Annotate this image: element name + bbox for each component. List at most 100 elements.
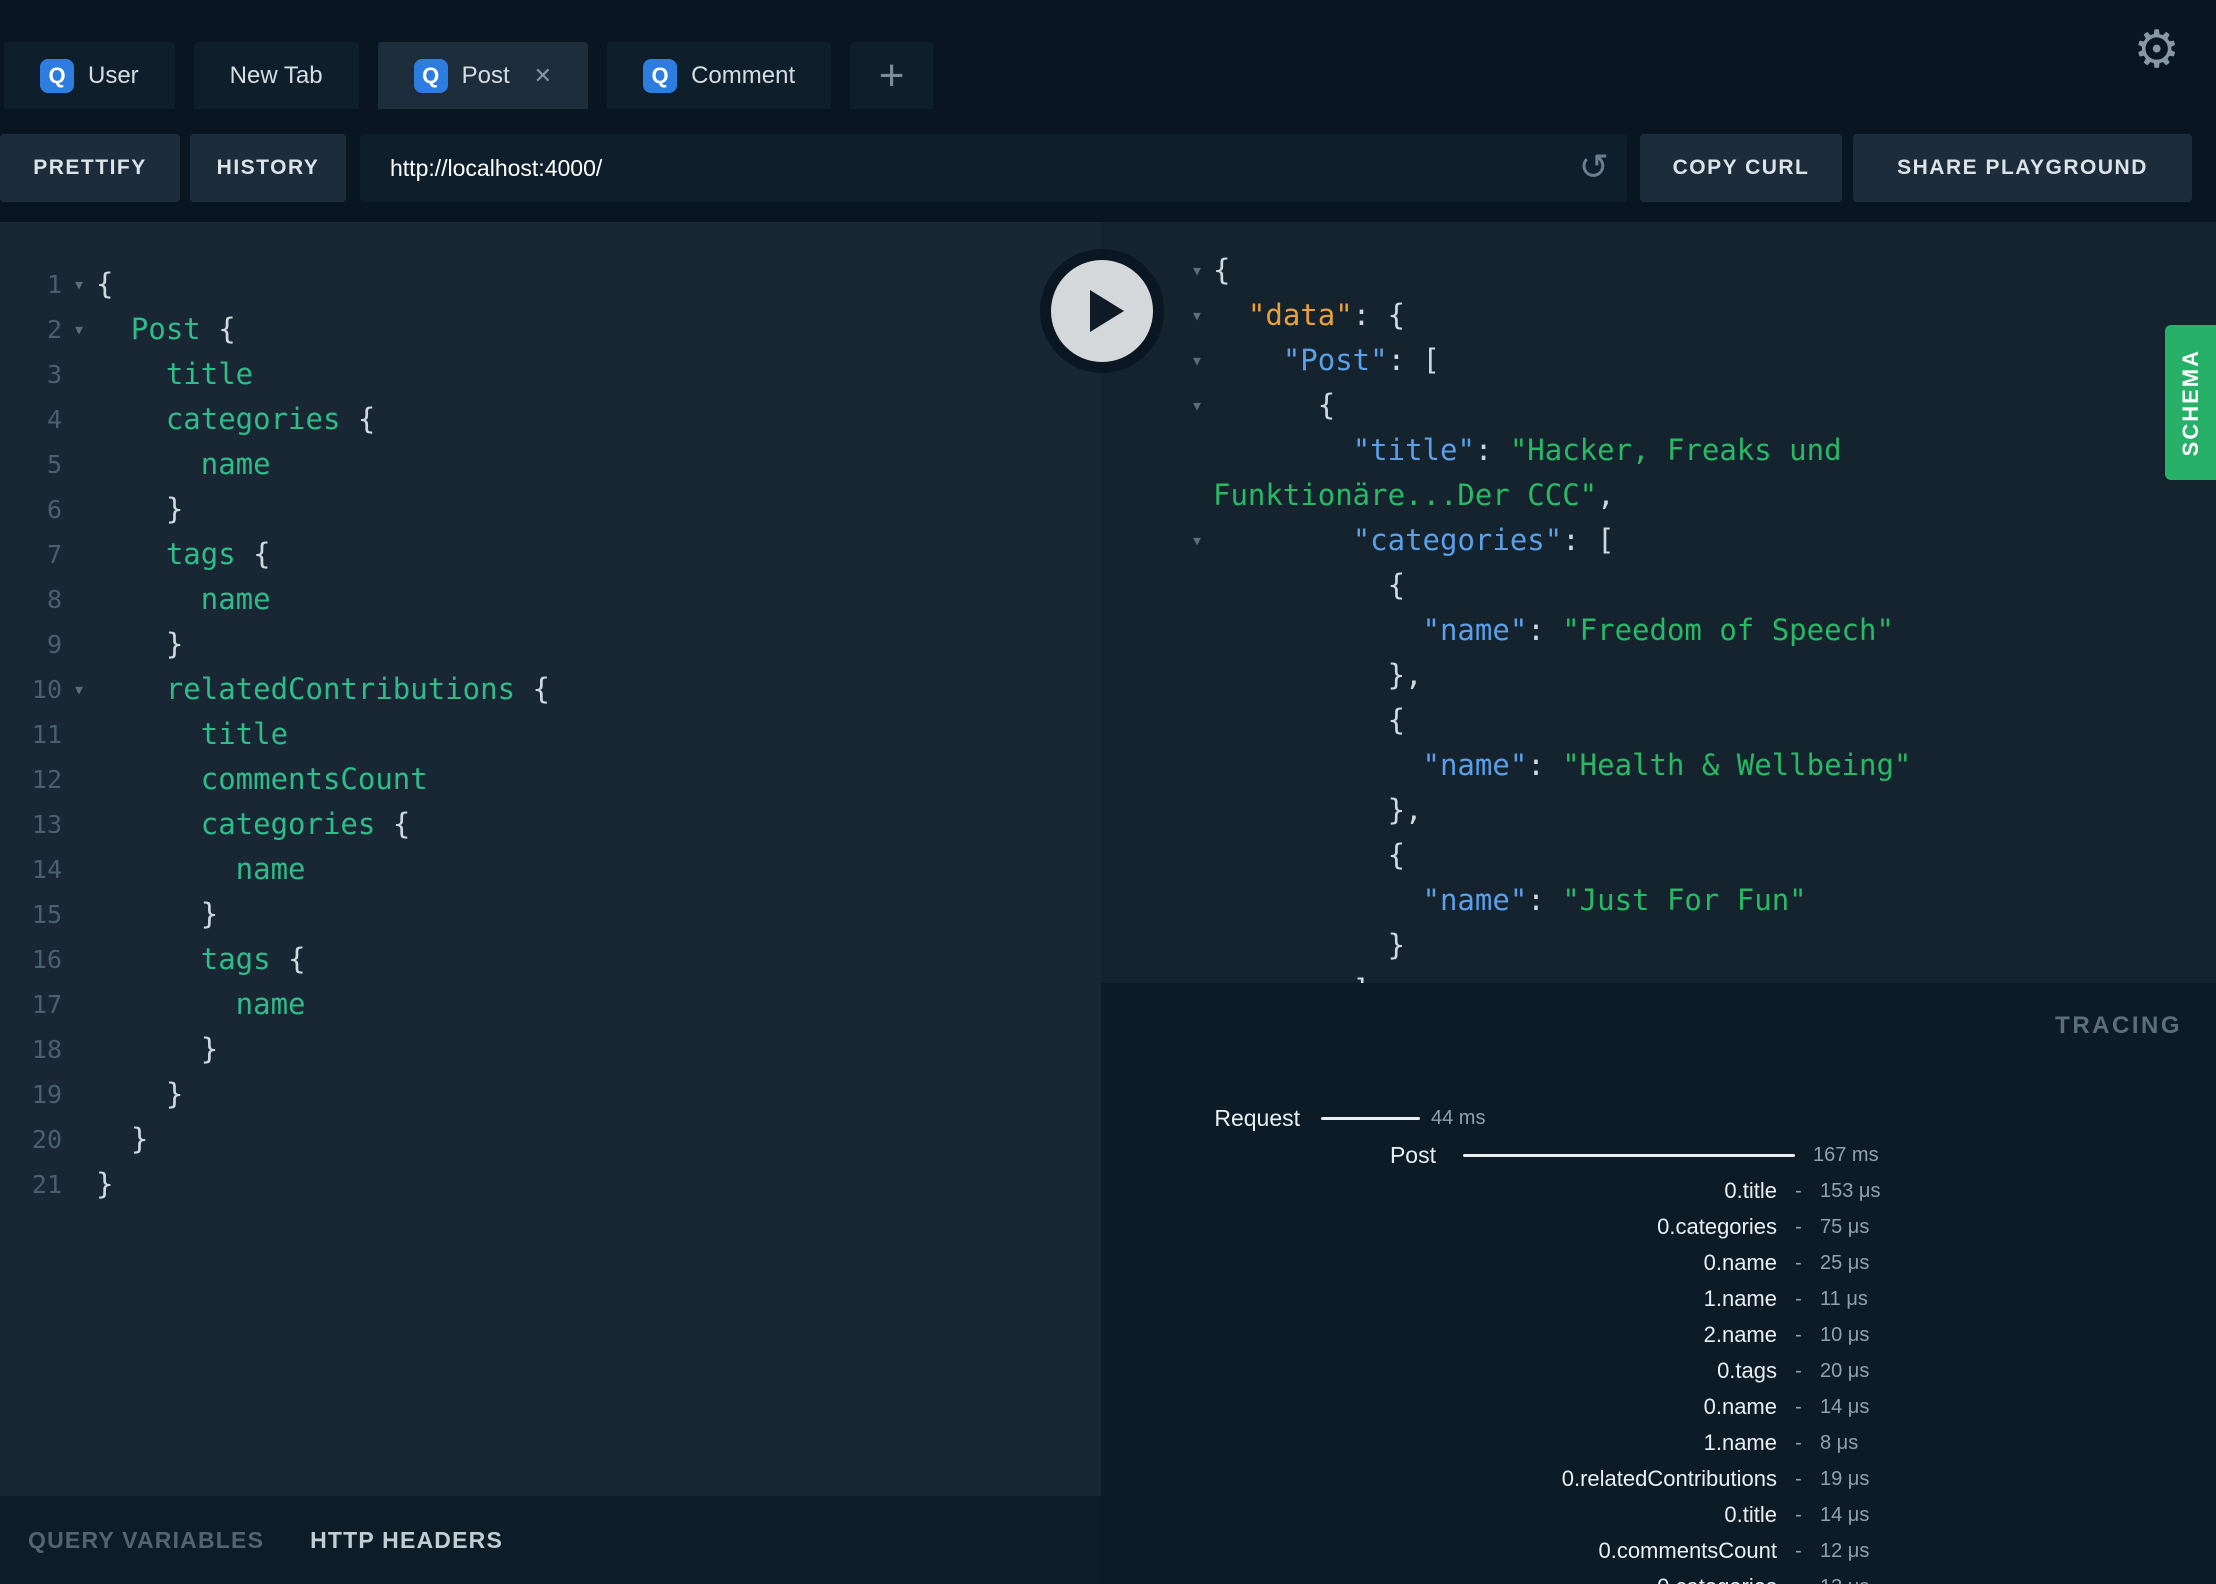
schema-tab-label: SCHEMA	[2177, 348, 2203, 457]
code-text: }	[96, 1117, 148, 1162]
code-token: {	[200, 312, 236, 346]
trace-resolver-row: 0.name -25 μs	[1101, 1245, 2216, 1281]
code-text: "data": {	[1213, 293, 1405, 338]
settings-gear-icon[interactable]: ⚙	[2133, 24, 2180, 76]
trace-resolver-row: 1.name -11 μs	[1101, 1281, 2216, 1317]
code-token: {	[340, 402, 376, 436]
code-token: name	[96, 582, 271, 616]
tab-strip: Q User New Tab Q Post ✕ Q Comment +	[4, 42, 934, 109]
query-line: 6 }	[0, 487, 1101, 532]
tracing-panel-header[interactable]: TRACING	[2055, 1012, 2182, 1040]
share-playground-button[interactable]: SHARE PLAYGROUND	[1853, 134, 2192, 202]
dash: -	[1795, 1539, 1802, 1562]
schema-side-tab[interactable]: SCHEMA	[2165, 325, 2216, 480]
span-duration-bar	[1463, 1153, 1795, 1157]
trace-resolver-row: 0.tags -20 μs	[1101, 1353, 2216, 1389]
fold-arrow-icon[interactable]: ▾	[1181, 338, 1213, 383]
response-code: ▾{▾ "data": {▾ "Post": [▾ { "title": "Ha…	[1101, 222, 2216, 983]
code-token: tags	[96, 942, 271, 976]
tab-comment[interactable]: Q Comment	[607, 42, 832, 109]
code-text: Post {	[96, 307, 236, 352]
line-number: 20	[31, 1125, 62, 1154]
query-badge-icon: Q	[40, 58, 74, 93]
code-token: {	[1213, 838, 1406, 872]
history-button[interactable]: HISTORY	[190, 134, 346, 202]
tracing-panel: TRACING Request 44 ms Post 167 ms 0.titl…	[1101, 983, 2216, 1584]
fold-arrow-icon[interactable]: ▾	[1181, 293, 1213, 338]
http-headers-tab[interactable]: HTTP HEADERS	[310, 1527, 503, 1554]
tab-new-tab[interactable]: New Tab	[193, 42, 359, 109]
trace-resolver-row: 0.title -153 μs	[1101, 1173, 2216, 1209]
code-text: {	[96, 262, 113, 307]
trace-resolver-row: 2.name -10 μs	[1101, 1317, 2216, 1353]
query-editor[interactable]: 1 ▾{2 ▾ Post {3 title 4 categories {5 name 6…	[0, 222, 1101, 1496]
code-token: "title"	[1352, 433, 1475, 467]
line-number: 10	[31, 675, 62, 704]
response-line: "title": "Hacker, Freaks und	[1101, 428, 2216, 473]
resolver-duration: 10 μs	[1820, 1323, 1870, 1346]
line-number: 19	[31, 1080, 62, 1109]
copy-curl-button[interactable]: COPY CURL	[1640, 134, 1842, 202]
play-icon	[1090, 290, 1124, 332]
code-token: {	[96, 267, 114, 301]
prettify-button[interactable]: PRETTIFY	[0, 134, 180, 202]
execute-query-button[interactable]	[1040, 249, 1164, 373]
query-line: 10 ▾ relatedContributions {	[0, 667, 1101, 712]
code-text: relatedContributions {	[96, 667, 550, 712]
fold-arrow-icon[interactable]: ▾	[1181, 518, 1213, 563]
code-token: tags	[96, 537, 236, 571]
response-line: },	[1101, 788, 2216, 833]
code-text: },	[1213, 653, 1423, 698]
trace-resolver-row: 0.categories-13 μs	[1101, 1569, 2216, 1584]
code-token: Post	[96, 312, 201, 346]
query-variables-tab[interactable]: QUERY VARIABLES	[28, 1527, 264, 1554]
dash: -	[1795, 1431, 1802, 1454]
code-token: }	[96, 1032, 219, 1066]
code-token: {	[1213, 388, 1336, 422]
trace-span-post: Post 167 ms	[1101, 1137, 2216, 1173]
code-token: title	[96, 717, 289, 751]
tab-user[interactable]: Q User	[4, 42, 175, 109]
resolver-path: 0.title	[1724, 1178, 1777, 1203]
new-tab-button[interactable]: +	[850, 42, 934, 109]
dash: -	[1795, 1503, 1802, 1526]
fold-arrow-icon[interactable]: ▾	[62, 262, 96, 307]
code-token: :	[1527, 613, 1563, 647]
query-line: 16 tags {	[0, 937, 1101, 982]
query-line: 18 }	[0, 1027, 1101, 1072]
dash: -	[1795, 1215, 1802, 1238]
query-line: 13 categories {	[0, 802, 1101, 847]
reload-icon[interactable]: ↺	[1579, 150, 1609, 186]
trace-span-request: Request 44 ms	[1101, 1100, 2216, 1136]
code-token: }	[1213, 928, 1406, 962]
span-duration-bar	[1321, 1116, 1420, 1120]
response-line: {	[1101, 563, 2216, 608]
dash: -	[1777, 1576, 1820, 1584]
url-input[interactable]	[360, 134, 1627, 202]
fold-arrow-icon[interactable]: ▾	[1181, 248, 1213, 293]
fold-arrow-icon[interactable]: ▾	[1181, 383, 1213, 428]
code-token: categories	[96, 807, 376, 841]
code-token: "name"	[1422, 613, 1528, 647]
code-text: "title": "Hacker, Freaks und	[1213, 428, 1842, 473]
resolver-timing-list: 0.title -153 μs 0.categories -75 μs 0.name -2…	[1101, 1173, 2216, 1584]
close-tab-icon[interactable]: ✕	[534, 63, 552, 89]
code-token: },	[1213, 658, 1423, 692]
fold-arrow-icon[interactable]: ▾	[62, 667, 96, 712]
fold-arrow-icon[interactable]: ▾	[62, 307, 96, 352]
query-line: 3 title	[0, 352, 1101, 397]
code-token: name	[96, 447, 271, 481]
code-text: name	[96, 442, 271, 487]
code-text: },	[1213, 788, 1423, 833]
tab-post[interactable]: Q Post ✕	[377, 42, 589, 109]
code-text: }	[96, 622, 183, 667]
